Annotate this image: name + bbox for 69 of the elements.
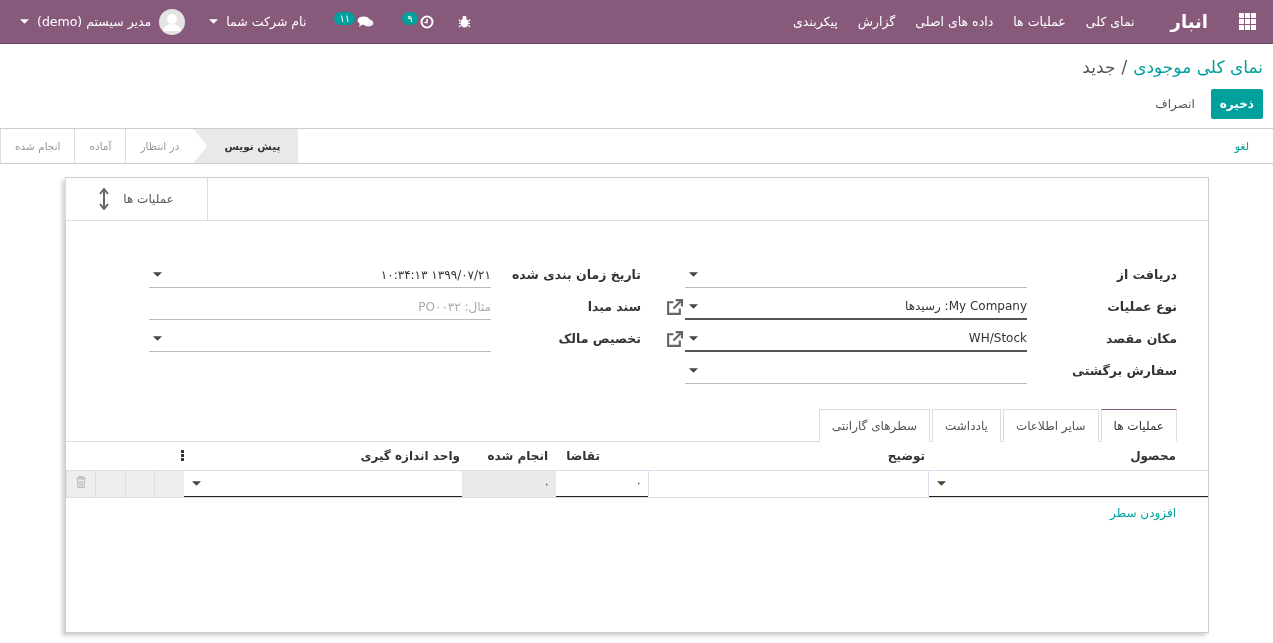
field-label: تخصیص مالک: [557, 330, 641, 346]
menu-item[interactable]: داده های اصلی: [905, 14, 1004, 29]
user-menu[interactable]: مدیر سیستم (demo): [8, 0, 198, 44]
column-header: توضیح: [887, 448, 925, 463]
messages-button[interactable]: ۱۱: [318, 0, 387, 44]
field-label: مکان مقصد: [1105, 330, 1177, 346]
caret-icon: [192, 480, 201, 486]
notebook-tab[interactable]: سایر اطلاعات: [1002, 409, 1099, 442]
grid-icon: [1238, 13, 1256, 30]
caret-icon: [153, 336, 162, 341]
breadcrumb-current: جدید: [1082, 57, 1116, 77]
external-link-button[interactable]: [665, 330, 683, 348]
caret-icon: [689, 335, 698, 341]
status-stage[interactable]: در انتظار: [125, 129, 194, 163]
field-label: نوع عملیات: [1106, 298, 1177, 314]
status-stage[interactable]: پیش نویس: [193, 129, 299, 163]
caret-icon: [153, 272, 162, 277]
breadcrumb-separator: /: [1121, 57, 1128, 77]
field-label: سند مبدا: [586, 298, 641, 314]
column-header: واحد اندازه گیری: [360, 448, 460, 463]
caret-icon: [689, 303, 698, 309]
notebook-tab[interactable]: عملیات ها: [1100, 409, 1177, 442]
field-label: سفارش برگشتی: [1071, 362, 1177, 378]
messages-count-badge: ۱۱: [334, 12, 356, 25]
save-button[interactable]: ذخیره: [1210, 89, 1263, 119]
column-header: تقاضا: [566, 448, 600, 463]
activity-count-badge: ۹: [402, 12, 418, 25]
vertical-arrows-icon: [99, 188, 110, 210]
menu-item[interactable]: عملیات ها: [1003, 14, 1076, 29]
done-quantity: ۰: [543, 476, 550, 491]
trash-icon: [76, 476, 87, 488]
status-stage[interactable]: آماده: [74, 129, 126, 163]
user-name: مدیر سیستم (demo): [37, 14, 152, 29]
cancel-button[interactable]: لغو: [1218, 129, 1273, 163]
operations-smart-button[interactable]: عملیات ها: [65, 178, 208, 220]
clock-icon: [419, 14, 434, 29]
avatar-icon: [159, 8, 186, 35]
activity-button[interactable]: ۹: [386, 0, 446, 44]
caret-icon: [689, 272, 698, 277]
external-link-button[interactable]: [665, 298, 683, 316]
column-header: انجام شده: [487, 448, 548, 463]
field-label: دریافت از: [1115, 266, 1177, 282]
field-label: تاریخ زمان بندی شده: [511, 266, 641, 282]
notebook-tab[interactable]: سطرهای گارانتی: [818, 409, 931, 442]
bug-icon: [457, 15, 471, 28]
company-name: نام شرکت شما: [226, 14, 307, 29]
chat-bubbles-icon: [357, 15, 375, 28]
caret-icon: [689, 368, 698, 373]
column-header: محصول: [1130, 448, 1176, 463]
caret-icon: [20, 19, 29, 24]
company-switcher[interactable]: نام شرکت شما: [197, 0, 319, 44]
caret-icon: [937, 480, 946, 486]
add-line-link[interactable]: افزودن سطر: [1110, 505, 1176, 520]
app-title[interactable]: انبار: [1144, 11, 1224, 32]
dropdown-field[interactable]: WH/Stock: [685, 326, 1027, 352]
menu-item[interactable]: پیکربندی: [783, 14, 848, 29]
text-cell[interactable]: [648, 471, 929, 496]
dropdown-field[interactable]: ۱۳۹۹/۰۷/۲۱ ۱۰:۳۴:۱۳: [149, 262, 491, 288]
column-options-button[interactable]: [181, 450, 184, 462]
discard-button[interactable]: انصراف: [1147, 89, 1203, 119]
menu-item[interactable]: گزارش: [847, 14, 906, 29]
kebab-icon: [181, 450, 184, 462]
smart-button-label: عملیات ها: [123, 192, 174, 206]
breadcrumb-link[interactable]: نمای کلی موجودی: [1133, 57, 1263, 77]
dropdown-field[interactable]: My Company: رسیدها: [685, 294, 1027, 320]
status-stage[interactable]: انجام شده: [0, 129, 75, 163]
menu-item[interactable]: نمای کلی: [1075, 14, 1145, 29]
notebook-tab[interactable]: یادداشت: [932, 409, 1001, 442]
caret-icon: [209, 19, 219, 24]
